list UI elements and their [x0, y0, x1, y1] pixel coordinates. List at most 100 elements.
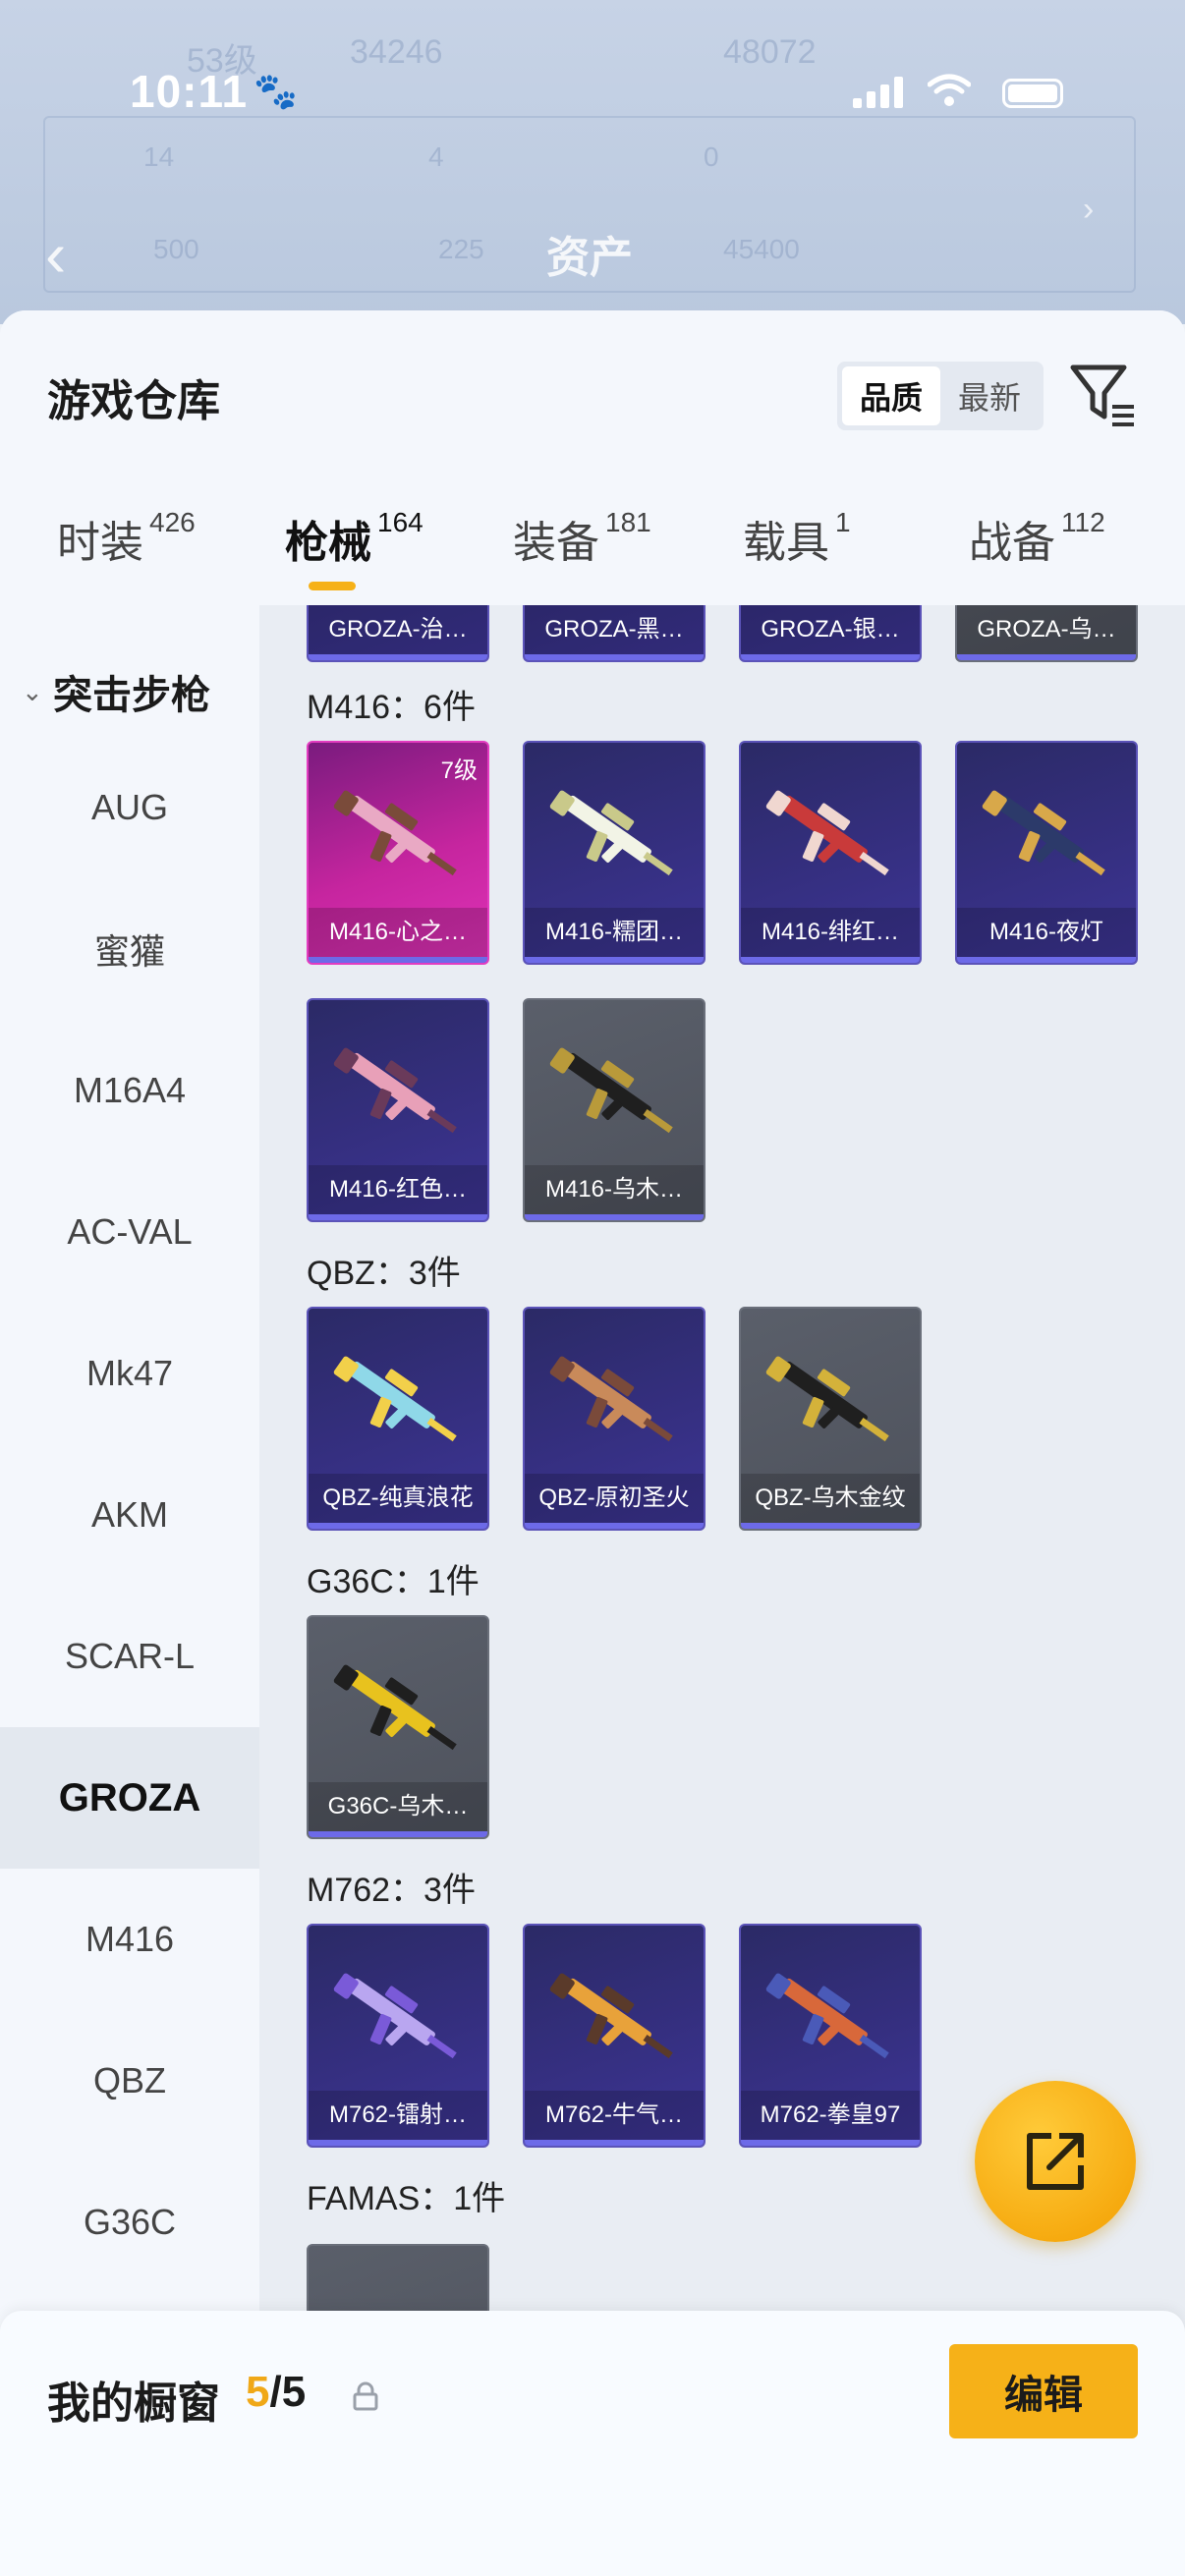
skin-level: 7级 — [440, 757, 478, 784]
skin-card[interactable]: M762-拳皇97 — [739, 1924, 922, 2148]
share-button[interactable] — [975, 2081, 1136, 2242]
tab-vehicles[interactable]: 载具 1 — [743, 507, 851, 595]
sidebar-item-scar-l[interactable]: SCAR-L — [0, 1586, 259, 1727]
rarity-bar — [525, 1523, 704, 1529]
skin-name: GROZA-银… — [741, 605, 920, 654]
skin-name: GROZA-治… — [309, 605, 487, 654]
group-title: M416：6件 — [307, 689, 476, 726]
skin-name: QBZ-纯真浪花 — [309, 1474, 487, 1523]
tab-label: 载具 — [743, 519, 829, 567]
bg-stat: 500 — [153, 234, 199, 264]
sidebar-item-groza[interactable]: GROZA — [0, 1727, 259, 1869]
skin-name: M416-乌木… — [525, 1165, 704, 1214]
category-sidebar: ⌄ 突击步枪 AUG 蜜獾 M16A4 AC-VAL Mk47 AKM SCAR… — [0, 605, 259, 2576]
rarity-bar — [741, 1523, 920, 1529]
bg-stat: 225 — [438, 234, 484, 264]
group-title: M762：3件 — [307, 1872, 476, 1909]
rarity-bar — [741, 2140, 920, 2146]
tab-equipment[interactable]: 装备 181 — [513, 507, 651, 595]
skin-name: GROZA-黑… — [525, 605, 704, 654]
skin-card[interactable]: GROZA-银… — [739, 605, 922, 662]
bg-arrow-icon: › — [1083, 191, 1095, 228]
rifle-icon — [333, 790, 457, 876]
chevron-down-icon: ⌄ — [22, 676, 43, 706]
bg-stat: 14 — [143, 141, 175, 172]
lock-icon — [353, 2381, 378, 2411]
showcase-title: 我的橱窗 — [47, 2380, 220, 2428]
group-title: FAMAS：1件 — [307, 2180, 506, 2217]
tab-fashion[interactable]: 时装 426 — [57, 507, 196, 595]
skin-grid: GROZA-治… GROZA-黑… GROZA-银… GROZA-乌… M416… — [259, 605, 1185, 2576]
rarity-bar — [309, 1523, 487, 1529]
sidebar-item-g36c[interactable]: G36C — [0, 2152, 259, 2293]
skin-card[interactable]: 7级 M416-心之… — [307, 741, 489, 965]
tab-label: 战备 — [969, 519, 1055, 567]
rifle-icon — [549, 1973, 673, 2059]
sidebar-category-label: 突击步枪 — [53, 674, 210, 717]
sidebar-item-honey-badger[interactable]: 蜜獾 — [0, 878, 259, 1020]
page-title: 游戏仓库 — [47, 377, 220, 425]
rarity-bar — [525, 1214, 704, 1220]
tab-supplies[interactable]: 战备 112 — [969, 507, 1105, 595]
sidebar-item-ac-val[interactable]: AC-VAL — [0, 1161, 259, 1303]
warehouse-sheet: ⌄ 突击步枪 AUG 蜜獾 M16A4 AC-VAL Mk47 AKM SCAR… — [0, 310, 1185, 2576]
rarity-bar — [309, 2140, 487, 2146]
sidebar-item-mk47[interactable]: Mk47 — [0, 1303, 259, 1444]
skin-card[interactable]: QBZ-纯真浪花 — [307, 1307, 489, 1531]
skin-card[interactable]: M416-夜灯 — [955, 741, 1138, 965]
skin-name: G36C-乌木… — [309, 1782, 487, 1831]
skin-card[interactable]: QBZ-乌木金纹 — [739, 1307, 922, 1531]
active-tab-indicator — [309, 582, 356, 590]
skin-name: M416-心之… — [309, 908, 487, 957]
rifle-icon — [765, 1356, 889, 1442]
filter-icon[interactable] — [1069, 360, 1138, 430]
skin-card[interactable]: G36C-乌木… — [307, 1615, 489, 1839]
skin-card[interactable]: M416-糯团… — [523, 741, 705, 965]
rifle-icon — [333, 1356, 457, 1442]
skin-card[interactable]: M416-红色… — [307, 998, 489, 1222]
sidebar-item-m16a4[interactable]: M16A4 — [0, 1020, 259, 1161]
sort-option-quality[interactable]: 品质 — [842, 366, 940, 425]
bg-stat: 4 — [428, 141, 444, 172]
showcase-current: 5 — [246, 2368, 270, 2416]
skin-name: M416-糯团… — [525, 908, 704, 957]
showcase-separator: / — [269, 2368, 282, 2416]
edit-button[interactable]: 编辑 — [949, 2344, 1138, 2438]
sidebar-category-assault-rifle[interactable]: ⌄ 突击步枪 — [0, 660, 259, 723]
skin-card[interactable]: M762-牛气… — [523, 1924, 705, 2148]
tab-count: 1 — [835, 507, 851, 537]
rifle-icon — [549, 1356, 673, 1442]
status-time: 10:11 — [130, 66, 249, 117]
rifle-icon — [333, 1973, 457, 2059]
skin-card[interactable]: GROZA-治… — [307, 605, 489, 662]
skin-card[interactable]: M416-绯红… — [739, 741, 922, 965]
rifle-icon — [333, 1664, 457, 1751]
skin-name: GROZA-乌… — [957, 605, 1136, 654]
sheet-header: 游戏仓库 品质 最新 时装 426 枪械 164 装备 181 载具 1 战备 … — [0, 310, 1185, 605]
sidebar-item-m416[interactable]: M416 — [0, 1869, 259, 2010]
skin-name: M416-夜灯 — [957, 908, 1136, 957]
sidebar-item-aug[interactable]: AUG — [0, 737, 259, 878]
skin-name: M762-牛气… — [525, 2091, 704, 2140]
skin-card[interactable]: M416-乌木… — [523, 998, 705, 1222]
skin-card[interactable]: GROZA-黑… — [523, 605, 705, 662]
sort-option-newest[interactable]: 最新 — [940, 366, 1039, 425]
rifle-icon — [333, 1047, 457, 1134]
sidebar-item-akm[interactable]: AKM — [0, 1444, 259, 1586]
tab-label: 时装 — [57, 519, 143, 567]
skin-name: M762-镭射… — [309, 2091, 487, 2140]
back-chevron-icon[interactable]: ‹ — [45, 218, 66, 291]
rarity-bar — [309, 1214, 487, 1220]
background-header: 53级 34246 48072 14 4 0 500 225 45400 ‹ 资… — [0, 0, 1185, 324]
tab-count: 112 — [1061, 507, 1105, 537]
showcase-total: 5 — [281, 2368, 307, 2416]
rifle-icon — [549, 1047, 673, 1134]
rarity-bar — [741, 957, 920, 963]
signal-icon — [853, 77, 903, 108]
skin-card[interactable]: GROZA-乌… — [955, 605, 1138, 662]
sidebar-item-qbz[interactable]: QBZ — [0, 2010, 259, 2152]
category-tabs: 时装 426 枪械 164 装备 181 载具 1 战备 112 — [0, 507, 1185, 605]
skin-card[interactable]: M762-镭射… — [307, 1924, 489, 2148]
skin-card[interactable]: QBZ-原初圣火 — [523, 1307, 705, 1531]
sort-toggle: 品质 最新 — [837, 362, 1044, 430]
